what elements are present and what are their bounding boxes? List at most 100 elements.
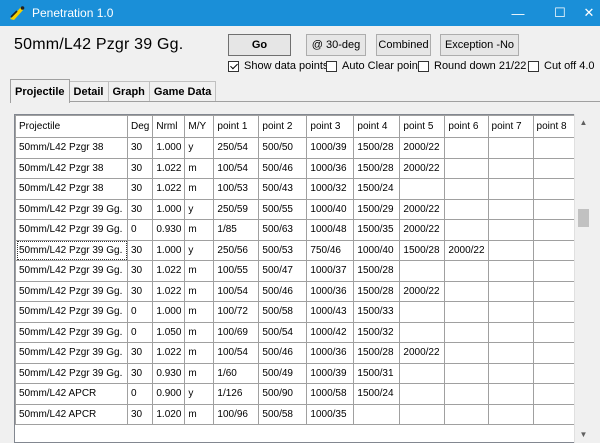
column-header[interactable]: point 4 (353, 115, 401, 138)
table-cell[interactable]: 1000/40 (306, 198, 355, 220)
table-cell[interactable]: 500/47 (258, 260, 308, 282)
table-row[interactable]: 50mm/L42 Pzgr 39 Gg. 30 1.000 y 250/56 500/53… (15, 239, 579, 261)
table-cell[interactable]: 50mm/L42 Pzgr 39 Gg. (15, 280, 128, 302)
table-cell[interactable]: 50mm/L42 Pzgr 39 Gg. (15, 239, 128, 261)
table-cell[interactable] (487, 219, 534, 241)
table-cell[interactable]: 2000/22 (399, 219, 446, 241)
table-cell[interactable] (532, 137, 579, 159)
table-cell[interactable]: 100/54 (213, 280, 260, 302)
maximize-button[interactable]: ☐ (540, 0, 580, 26)
table-cell[interactable]: 50mm/L42 APCR (15, 383, 128, 405)
table-cell[interactable]: 1.000 (152, 198, 186, 220)
round-down-checkbox[interactable] (418, 60, 429, 72)
table-cell[interactable]: 500/63 (258, 219, 308, 241)
table-cell[interactable]: 100/96 (213, 403, 260, 425)
table-cell[interactable]: 2000/22 (399, 280, 446, 302)
table-cell[interactable] (487, 362, 534, 384)
table-cell[interactable]: 50mm/L42 APCR (15, 403, 128, 425)
column-header[interactable]: Deg (126, 115, 154, 138)
scroll-thumb[interactable] (578, 209, 589, 227)
table-cell[interactable]: 1.022 (152, 260, 186, 282)
table-cell[interactable]: 1000/37 (306, 260, 355, 282)
table-cell[interactable] (487, 198, 534, 220)
table-cell[interactable] (444, 178, 489, 200)
table-cell[interactable] (444, 219, 489, 241)
table-cell[interactable]: m (184, 280, 215, 302)
table-row[interactable]: 50mm/L42 Pzgr 39 Gg. 30 1.022 m 100/54 500/46… (15, 280, 579, 302)
table-cell[interactable]: 1000/36 (306, 157, 355, 179)
table-cell[interactable]: 0 (126, 383, 154, 405)
table-cell[interactable]: 1.000 (152, 137, 186, 159)
table-cell[interactable]: 1500/28 (353, 260, 401, 282)
column-header[interactable]: M/Y (184, 115, 215, 138)
column-header[interactable]: point 1 (213, 115, 260, 138)
table-cell[interactable]: 30 (126, 342, 154, 364)
angle-button[interactable]: @ 30-deg (306, 34, 366, 56)
table-cell[interactable]: 1500/28 (399, 239, 446, 261)
table-cell[interactable]: 30 (126, 260, 154, 282)
auto-clear-points-toggle[interactable]: Auto Clear points (326, 60, 426, 72)
table-cell[interactable] (399, 383, 446, 405)
projectile-grid[interactable]: Projectile Deg Nrml M/Y point 1 point 2 point … (14, 114, 592, 443)
table-cell[interactable]: 1.022 (152, 157, 186, 179)
column-header[interactable]: point 5 (399, 115, 446, 138)
table-cell[interactable] (532, 280, 579, 302)
table-cell[interactable]: 1000/40 (353, 239, 401, 261)
table-cell[interactable] (444, 403, 489, 425)
table-cell[interactable]: 100/55 (213, 260, 260, 282)
table-cell[interactable]: 30 (126, 362, 154, 384)
table-cell[interactable]: 50mm/L42 Pzgr 38 (15, 178, 128, 200)
table-cell[interactable] (532, 383, 579, 405)
table-cell[interactable] (532, 403, 579, 425)
table-cell[interactable]: 1500/35 (353, 219, 401, 241)
tab-detail[interactable]: Detail (68, 81, 109, 102)
table-cell[interactable] (532, 342, 579, 364)
table-cell[interactable] (444, 301, 489, 323)
column-header[interactable]: Projectile (15, 115, 128, 138)
round-down-toggle[interactable]: Round down 21/22 (418, 60, 526, 72)
table-row[interactable]: 50mm/L42 Pzgr 38 30 1.022 m 100/53 500/43 1000… (15, 178, 579, 200)
auto-clear-points-checkbox[interactable] (326, 60, 337, 72)
table-cell[interactable] (487, 301, 534, 323)
table-cell[interactable]: 500/43 (258, 178, 308, 200)
table-cell[interactable] (444, 137, 489, 159)
table-cell[interactable] (399, 321, 446, 343)
table-row[interactable]: 50mm/L42 Pzgr 38 30 1.000 y 250/54 500/50 1000… (15, 137, 579, 159)
table-cell[interactable] (444, 198, 489, 220)
table-cell[interactable]: m (184, 342, 215, 364)
table-cell[interactable] (532, 301, 579, 323)
table-cell[interactable]: m (184, 157, 215, 179)
column-header[interactable]: point 8 (532, 115, 579, 138)
table-cell[interactable]: 30 (126, 239, 154, 261)
table-cell[interactable]: 1000/39 (306, 362, 355, 384)
table-cell[interactable] (487, 239, 534, 261)
close-button[interactable]: ✕ (578, 0, 600, 26)
table-cell[interactable]: 1500/28 (353, 137, 401, 159)
table-cell[interactable]: 500/53 (258, 239, 308, 261)
table-cell[interactable]: 1000/36 (306, 342, 355, 364)
table-cell[interactable]: 2000/22 (399, 137, 446, 159)
table-cell[interactable]: 50mm/L42 Pzgr 39 Gg. (15, 260, 128, 282)
table-cell[interactable] (399, 178, 446, 200)
table-cell[interactable] (487, 321, 534, 343)
table-cell[interactable] (532, 157, 579, 179)
table-cell[interactable]: 50mm/L42 Pzgr 38 (15, 137, 128, 159)
show-data-points-toggle[interactable]: Show data points (228, 60, 328, 72)
tab-game-data[interactable]: Game Data (148, 81, 217, 102)
table-cell[interactable]: 500/49 (258, 362, 308, 384)
table-row[interactable]: 50mm/L42 Pzgr 39 Gg. 0 1.000 m 100/72 500/58 1… (15, 301, 579, 323)
table-cell[interactable]: 2000/22 (399, 342, 446, 364)
table-cell[interactable]: 50mm/L42 Pzgr 39 Gg. (15, 219, 128, 241)
table-cell[interactable]: 1500/24 (353, 178, 401, 200)
show-data-points-checkbox[interactable] (228, 60, 239, 72)
table-cell[interactable] (353, 403, 401, 425)
table-cell[interactable]: 250/56 (213, 239, 260, 261)
table-cell[interactable] (532, 219, 579, 241)
table-cell[interactable]: 500/46 (258, 157, 308, 179)
table-cell[interactable]: 50mm/L42 Pzgr 39 Gg. (15, 362, 128, 384)
table-cell[interactable]: 500/46 (258, 280, 308, 302)
table-cell[interactable]: 500/55 (258, 198, 308, 220)
table-cell[interactable]: 1.020 (152, 403, 186, 425)
table-cell[interactable]: 1500/28 (353, 157, 401, 179)
table-cell[interactable] (532, 260, 579, 282)
